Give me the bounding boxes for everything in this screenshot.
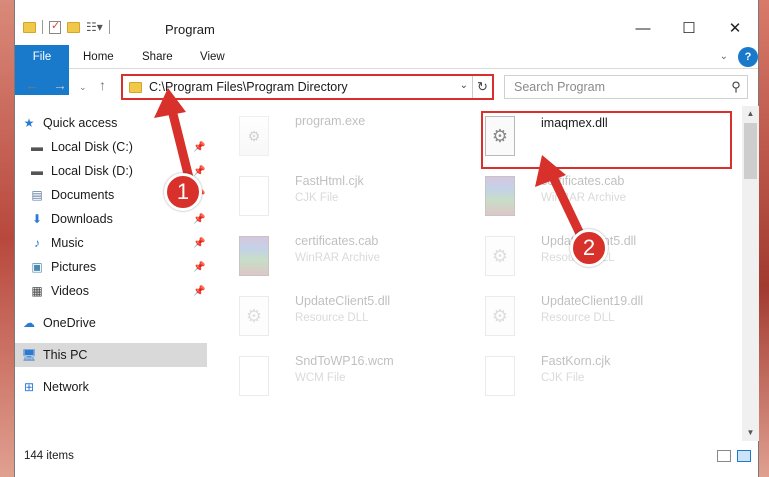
step-1-badge: 1 — [164, 173, 202, 211]
arrow-2 — [535, 155, 587, 243]
arrow-1 — [154, 88, 195, 187]
step-2-badge: 2 — [570, 229, 608, 267]
annotation-arrows — [154, 88, 587, 243]
